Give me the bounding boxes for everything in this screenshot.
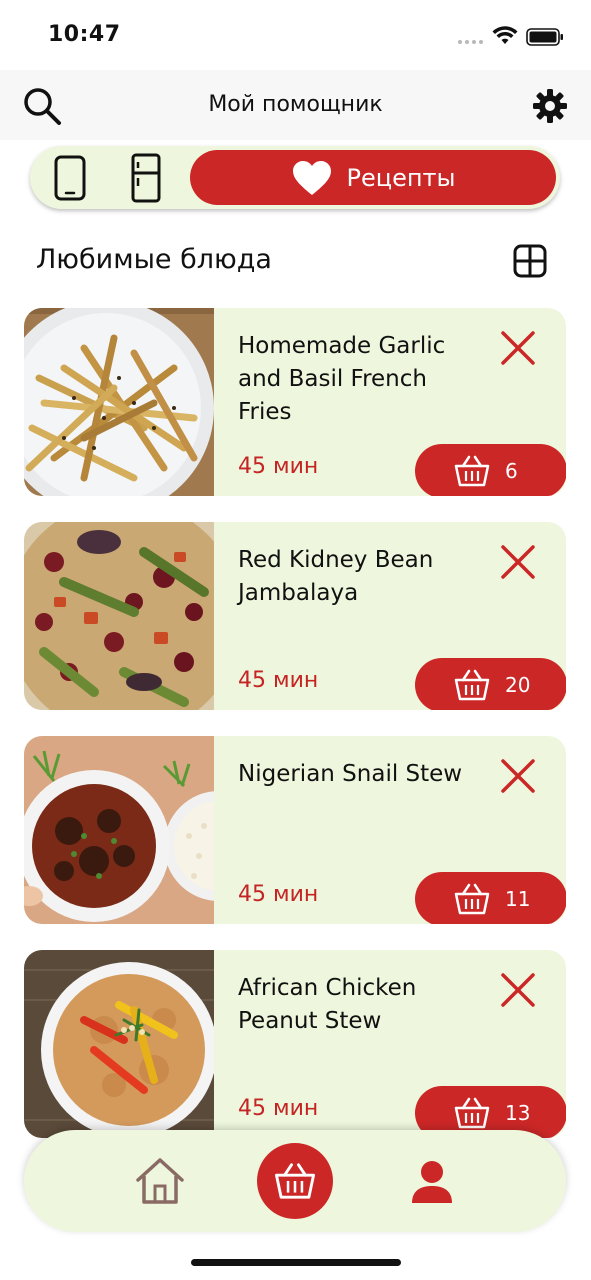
status-time: 10:47 xyxy=(48,22,121,47)
basket-icon xyxy=(454,1097,490,1129)
recipe-photo-french-fries xyxy=(24,308,214,496)
nav-basket-button[interactable] xyxy=(257,1143,333,1219)
add-to-basket-button[interactable]: 20 xyxy=(415,658,566,710)
heart-icon xyxy=(292,160,331,195)
recipe-name: African Chicken Peanut Stew xyxy=(238,975,417,1034)
status-bar: 10:47 xyxy=(0,0,591,70)
segmented-control: Рецепты xyxy=(30,146,560,209)
basket-icon xyxy=(454,455,490,487)
recipe-card[interactable]: Nigerian Snail Stew 45 мин 11 xyxy=(24,736,566,924)
close-icon[interactable] xyxy=(498,970,538,1010)
recipe-time: 45 мин xyxy=(238,882,319,907)
home-icon[interactable] xyxy=(134,1156,186,1206)
profile-icon[interactable] xyxy=(410,1159,454,1205)
recipe-name: Nigerian Snail Stew xyxy=(238,761,463,787)
tab-recipes[interactable]: Рецепты xyxy=(190,150,556,205)
battery-icon xyxy=(526,28,563,46)
tab-recipes-label: Рецепты xyxy=(346,163,456,192)
wifi-icon xyxy=(492,26,518,44)
gear-icon[interactable] xyxy=(532,88,568,124)
home-indicator xyxy=(191,1259,401,1266)
cellular-signal-icon xyxy=(458,40,483,44)
grid-view-icon[interactable] xyxy=(512,243,548,279)
basket-icon xyxy=(454,883,490,915)
recipe-photo-peanut-stew xyxy=(24,950,214,1138)
app-header: Мой помощник xyxy=(0,70,591,140)
recipe-card[interactable]: Red Kidney Bean Jambalaya 45 мин 20 xyxy=(24,522,566,710)
recipe-photo-snail-stew xyxy=(24,736,214,924)
section-title: Любимые блюда xyxy=(36,244,272,275)
basket-count: 6 xyxy=(505,459,518,483)
add-to-basket-button[interactable]: 6 xyxy=(415,444,566,496)
recipe-card[interactable]: Homemade Garlic and Basil French Fries 4… xyxy=(24,308,566,496)
recipe-time: 45 мин xyxy=(238,454,319,479)
recipe-photo-jambalaya xyxy=(24,522,214,710)
recipe-time: 45 мин xyxy=(238,668,319,693)
close-icon[interactable] xyxy=(498,756,538,796)
phone-icon[interactable] xyxy=(52,155,88,201)
basket-count: 11 xyxy=(505,887,531,911)
recipe-card[interactable]: African Chicken Peanut Stew 45 мин 13 xyxy=(24,950,566,1138)
basket-count: 20 xyxy=(505,673,531,697)
bottom-nav xyxy=(24,1130,566,1232)
close-icon[interactable] xyxy=(498,328,538,368)
basket-count: 13 xyxy=(505,1101,531,1125)
add-to-basket-button[interactable]: 11 xyxy=(415,872,566,924)
basket-icon xyxy=(275,1163,315,1199)
basket-icon xyxy=(454,669,490,701)
recipe-name: Homemade Garlic and Basil French Fries xyxy=(238,333,446,425)
fridge-icon[interactable] xyxy=(128,153,164,203)
page-title: Мой помощник xyxy=(208,92,383,117)
recipe-name: Red Kidney Bean Jambalaya xyxy=(238,547,434,606)
close-icon[interactable] xyxy=(498,542,538,582)
recipe-time: 45 мин xyxy=(238,1096,319,1121)
